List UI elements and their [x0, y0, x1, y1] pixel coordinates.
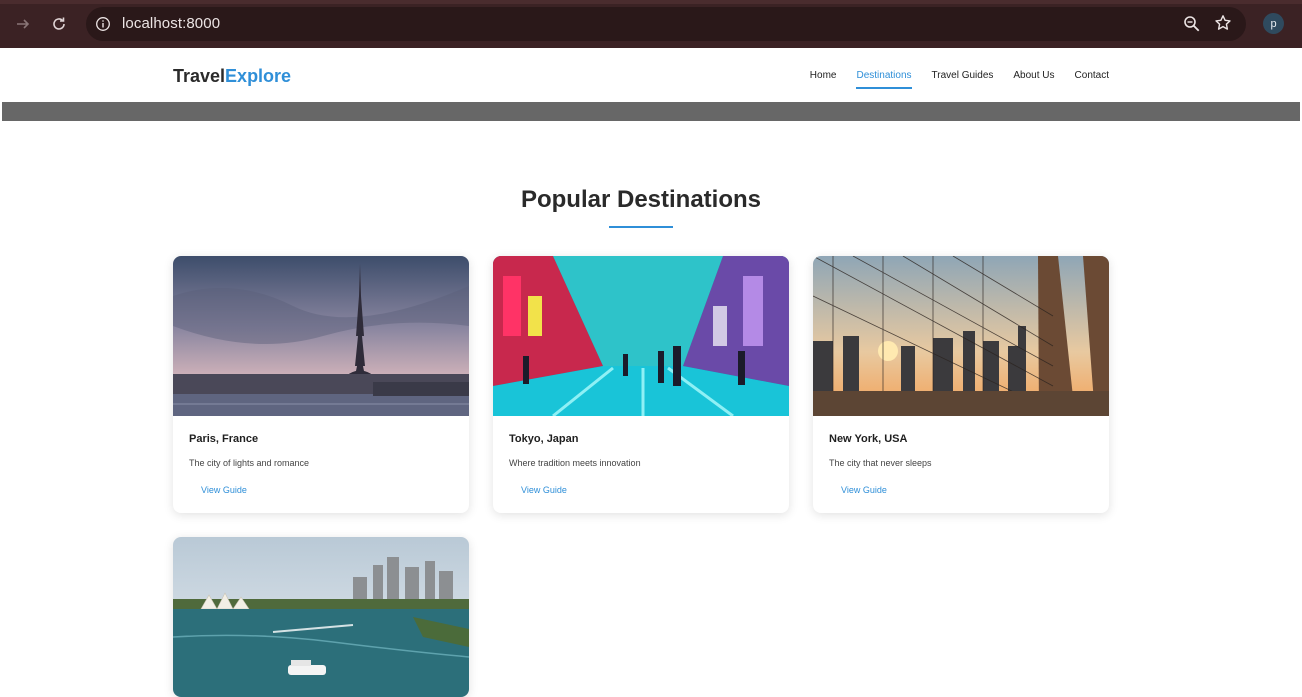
- nav-link-about-us[interactable]: About Us: [1013, 70, 1054, 87]
- destination-description: The city of lights and romance: [189, 458, 310, 468]
- destination-name: New York, USA: [829, 433, 908, 445]
- nav-link-destinations[interactable]: Destinations: [856, 70, 912, 89]
- destination-image-sydney: [173, 537, 469, 697]
- star-icon[interactable]: [1214, 14, 1232, 32]
- view-guide-link[interactable]: View Guide: [521, 485, 567, 495]
- destination-card-new-york[interactable]: New York, USA The city that never sleeps…: [813, 256, 1109, 513]
- logo-text-travel: Travel: [173, 66, 226, 86]
- section-title: Popular Destinations: [520, 186, 762, 213]
- destination-image-paris: [173, 256, 469, 416]
- nav-link-contact[interactable]: Contact: [1075, 70, 1109, 87]
- url-text[interactable]: localhost:8000: [122, 15, 220, 32]
- nav-link-home[interactable]: Home: [810, 70, 837, 87]
- info-icon[interactable]: [95, 16, 111, 32]
- destination-name: Tokyo, Japan: [509, 433, 579, 445]
- browser-toolbar: localhost:8000 p: [0, 0, 1302, 48]
- destination-card-tokyo[interactable]: Tokyo, Japan Where tradition meets innov…: [493, 256, 789, 513]
- destination-card-paris[interactable]: Paris, France The city of lights and rom…: [173, 256, 469, 513]
- title-underline: [609, 226, 673, 228]
- destination-card-sydney[interactable]: [173, 537, 469, 697]
- address-bar[interactable]: localhost:8000: [86, 7, 1246, 41]
- main-nav: Home Destinations Travel Guides About Us…: [810, 70, 1109, 89]
- zoom-icon[interactable]: [1183, 15, 1201, 33]
- view-guide-link[interactable]: View Guide: [841, 485, 887, 495]
- forward-icon[interactable]: [13, 14, 33, 34]
- destination-name: Paris, France: [189, 433, 259, 445]
- site-header: TravelExplore Home Destinations Travel G…: [0, 48, 1302, 102]
- logo-text-explore: Explore: [225, 66, 292, 86]
- destination-image-new-york: [813, 256, 1109, 416]
- destination-description: Where tradition meets innovation: [509, 458, 641, 468]
- destination-description: The city that never sleeps: [829, 458, 932, 468]
- browser-top-edge: [0, 0, 1302, 4]
- profile-avatar[interactable]: p: [1263, 13, 1284, 34]
- view-guide-link[interactable]: View Guide: [201, 485, 247, 495]
- site-logo[interactable]: TravelExplore: [173, 66, 291, 87]
- reload-icon[interactable]: [49, 14, 69, 34]
- destination-image-tokyo: [493, 256, 789, 416]
- nav-link-travel-guides[interactable]: Travel Guides: [932, 70, 994, 87]
- hero-banner-strip: [2, 102, 1300, 121]
